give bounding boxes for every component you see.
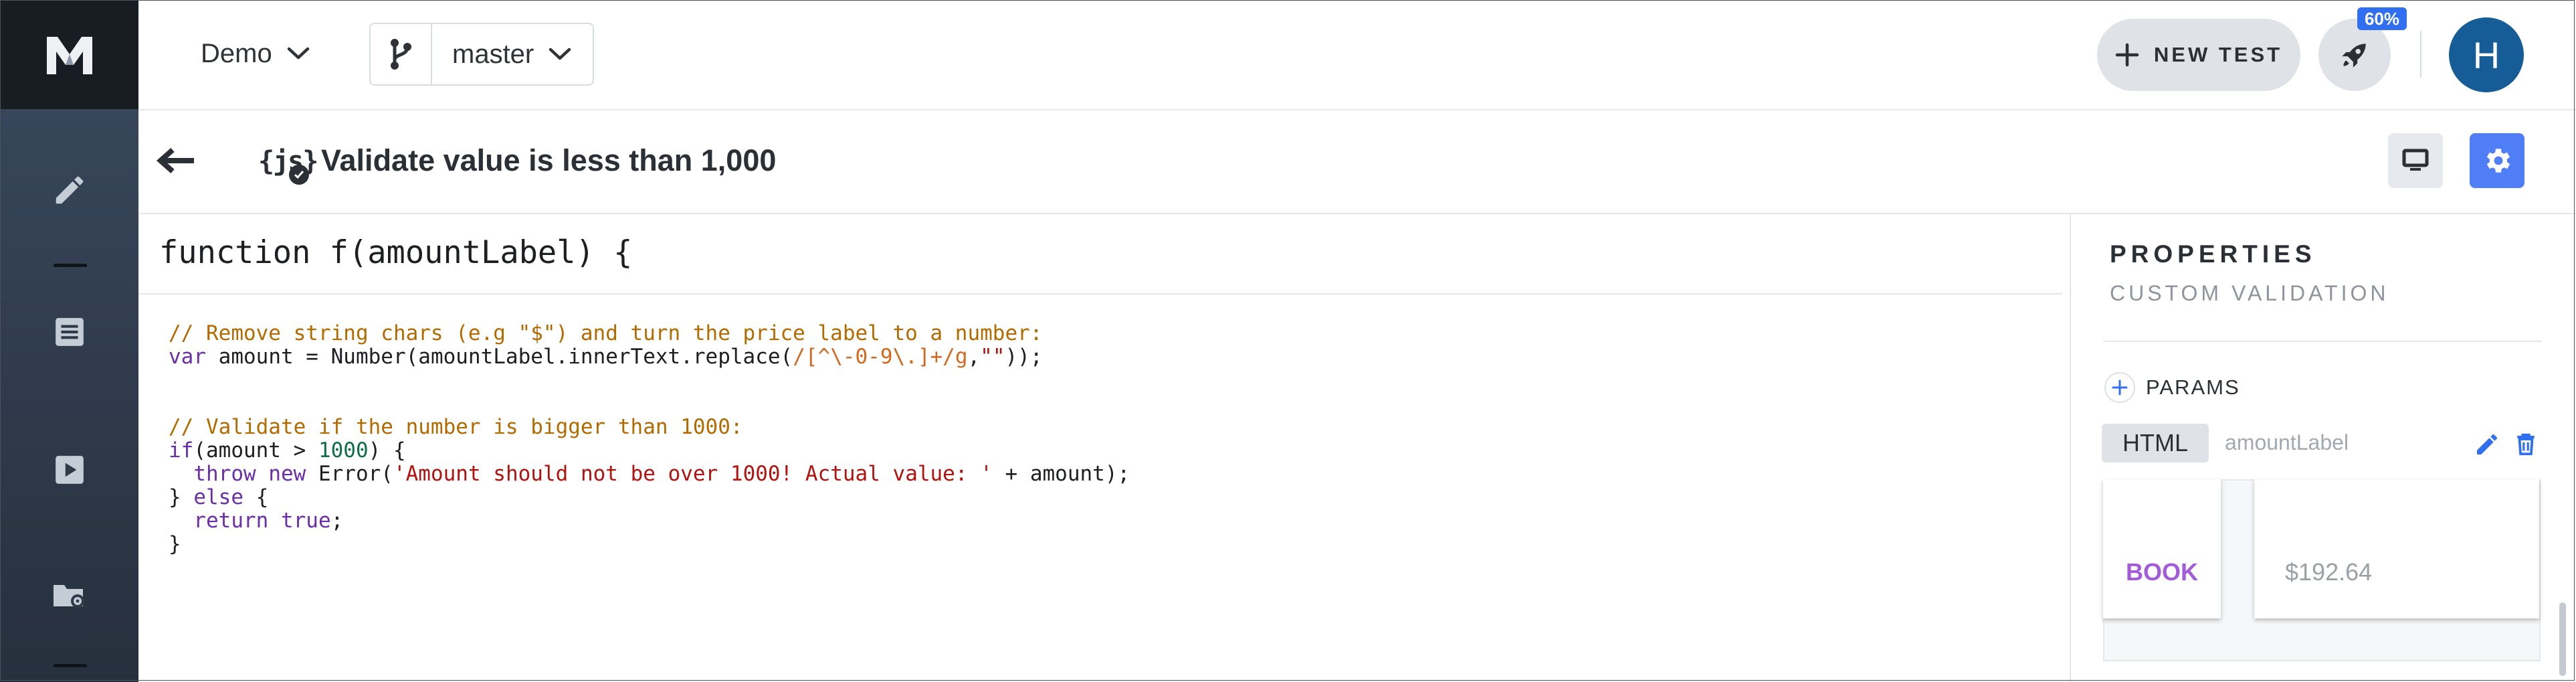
project-name: Demo xyxy=(201,38,272,68)
function-signature: function f(amountLabel) { xyxy=(159,234,633,271)
code-editor[interactable]: // Remove string chars (e.g "$") and tur… xyxy=(169,322,1130,556)
code-token: /[^\-0-9\.]+/g xyxy=(793,345,968,369)
code-token: { xyxy=(243,485,269,509)
code-token: true xyxy=(280,509,331,533)
rail-tests-button[interactable] xyxy=(43,305,96,359)
rocket-icon xyxy=(2342,44,2366,68)
check-icon xyxy=(289,165,309,185)
monitor-icon xyxy=(2402,149,2429,171)
code-token: new xyxy=(268,462,306,486)
code-token: , xyxy=(967,345,981,369)
code-token: (amount > xyxy=(193,438,318,462)
plus-icon xyxy=(2115,43,2139,67)
preview-price-card: $192.64 xyxy=(2254,479,2539,618)
panel-scrollbar[interactable] xyxy=(2559,602,2566,676)
edit-param-button[interactable] xyxy=(2472,430,2502,459)
code-line: throw new Error('Amount should not be ov… xyxy=(169,462,1130,486)
gear-icon xyxy=(2486,149,2510,173)
branch-name: master xyxy=(452,39,534,69)
panel-divider xyxy=(2070,214,2071,682)
new-test-label: NEW TEST xyxy=(2153,43,2283,66)
code-line: // Remove string chars (e.g "$") and tur… xyxy=(169,322,1130,345)
branch-selector[interactable]: master xyxy=(369,23,594,86)
rail-separator xyxy=(54,264,87,267)
param-type-chip: HTML xyxy=(2102,424,2209,462)
code-token: // Remove string chars (e.g "$") and tur… xyxy=(169,321,1043,345)
code-line: if(amount > 1000) { xyxy=(169,439,1130,462)
code-token: "" xyxy=(980,345,1005,369)
project-selector[interactable]: Demo xyxy=(201,32,310,75)
code-token: 1000 xyxy=(318,438,369,462)
step-title: Validate value is less than 1,000 xyxy=(321,143,777,177)
screenshot-view-button[interactable] xyxy=(2388,133,2443,188)
code-token: if xyxy=(169,438,194,462)
code-token: } xyxy=(169,532,181,556)
progress-badge: 60% xyxy=(2357,7,2407,30)
pencil-icon xyxy=(56,176,84,204)
header-divider xyxy=(138,213,2576,214)
code-token: } xyxy=(169,485,194,509)
trash-icon xyxy=(2517,433,2535,456)
branch-icon-box xyxy=(371,24,432,84)
code-token: throw xyxy=(193,462,256,486)
branch-label-box: master xyxy=(432,39,571,70)
rail-runs-button[interactable] xyxy=(43,443,96,497)
back-button[interactable] xyxy=(153,141,199,181)
code-token: ; xyxy=(330,509,344,533)
code-token: var xyxy=(169,345,206,369)
properties-button[interactable] xyxy=(2470,133,2524,188)
code-token: )); xyxy=(1005,345,1043,369)
chevron-down-icon xyxy=(549,48,571,60)
code-line: } xyxy=(169,533,1130,556)
logo[interactable] xyxy=(0,0,138,109)
rail-separator xyxy=(54,664,87,667)
code-token: ) { xyxy=(368,438,406,462)
code-token: return xyxy=(193,509,269,533)
code-token: else xyxy=(193,485,243,509)
params-header: PARAMS xyxy=(2104,372,2240,403)
branch-icon xyxy=(391,39,411,70)
panel-title: PROPERTIES xyxy=(2110,240,2316,268)
rail-edit-button[interactable] xyxy=(43,163,96,217)
code-line: } else { xyxy=(169,486,1130,509)
panel-subtitle: CUSTOM VALIDATION xyxy=(2110,281,2389,305)
chevron-down-icon xyxy=(287,47,309,60)
preview-book-card: BOOK xyxy=(2103,479,2221,618)
avatar[interactable]: H xyxy=(2449,17,2524,92)
params-label: PARAMS xyxy=(2146,375,2240,399)
logo-icon xyxy=(46,36,92,74)
param-name: amountLabel xyxy=(2225,430,2349,454)
edit-icon xyxy=(2477,434,2498,454)
signature-divider xyxy=(138,293,2062,294)
code-token: Error( xyxy=(306,462,393,486)
divider xyxy=(2420,31,2421,78)
add-param-button[interactable] xyxy=(2104,372,2135,403)
delete-param-button[interactable] xyxy=(2511,430,2541,459)
play-icon xyxy=(56,456,84,484)
code-line: return true; xyxy=(169,509,1130,533)
new-test-button[interactable]: NEW TEST xyxy=(2097,19,2300,91)
code-token: // Validate if the number is bigger than… xyxy=(169,415,743,439)
panel-section-divider xyxy=(2103,341,2541,342)
code-line: var amount = Number(amountLabel.innerTex… xyxy=(169,345,1130,369)
folder-gear-icon xyxy=(54,585,84,608)
arrow-left-icon xyxy=(156,148,194,173)
code-line: // Validate if the number is bigger than… xyxy=(169,416,1130,439)
list-icon xyxy=(56,318,84,346)
code-token: 'Amount should not be over 1000! Actual … xyxy=(393,462,993,486)
plus-icon xyxy=(2112,379,2128,396)
rail-settings-folder-button[interactable] xyxy=(43,569,96,622)
code-token: amount = Number(amountLabel.innerText.re… xyxy=(206,345,793,369)
code-token: + amount); xyxy=(992,462,1130,486)
